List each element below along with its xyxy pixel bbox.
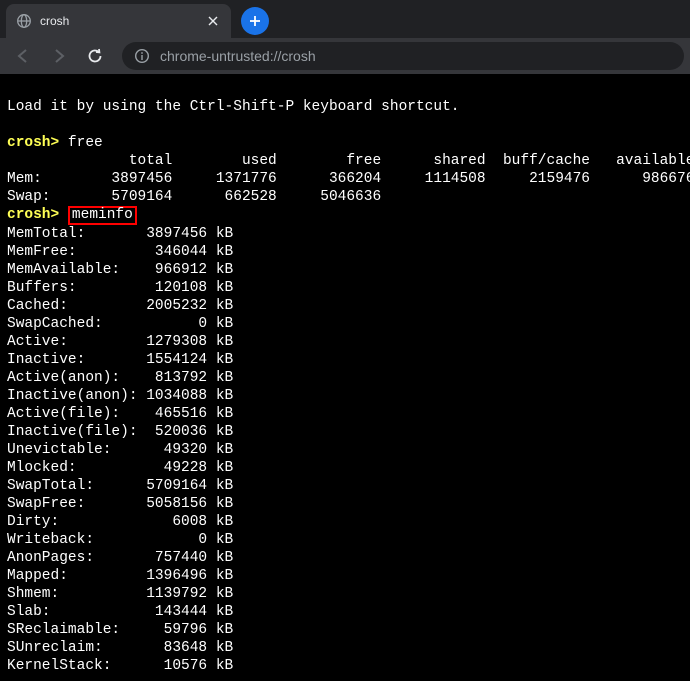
meminfo-row: Inactive(file): 520036 kB <box>7 424 233 440</box>
reload-button[interactable] <box>78 41 112 71</box>
meminfo-row: SReclaimable: 59796 kB <box>7 622 233 638</box>
meminfo-row: Cached: 2005232 kB <box>7 298 233 314</box>
command-meminfo-highlighted: meminfo <box>68 206 137 225</box>
meminfo-row: SwapTotal: 5709164 kB <box>7 478 233 494</box>
meminfo-row: SwapCached: 0 kB <box>7 316 233 332</box>
intro-line: Load it by using the Ctrl-Shift-P keyboa… <box>7 99 459 115</box>
meminfo-row: MemAvailable: 966912 kB <box>7 262 233 278</box>
meminfo-row: Slab: 143444 kB <box>7 604 233 620</box>
meminfo-row: Writeback: 0 kB <box>7 532 233 548</box>
free-swap-row: Swap: 5709164 662528 5046636 <box>7 189 381 205</box>
meminfo-row: Dirty: 6008 kB <box>7 514 233 530</box>
new-tab-button[interactable] <box>241 7 269 35</box>
meminfo-row: Shmem: 1139792 kB <box>7 586 233 602</box>
meminfo-row: Mlocked: 49228 kB <box>7 460 233 476</box>
meminfo-row: MemFree: 346044 kB <box>7 244 233 260</box>
terminal-output[interactable]: Load it by using the Ctrl-Shift-P keyboa… <box>0 74 690 681</box>
meminfo-output: MemTotal: 3897456 kB MemFree: 346044 kB … <box>7 225 683 675</box>
close-icon[interactable] <box>205 13 221 29</box>
prompt: crosh> <box>7 207 59 223</box>
meminfo-row: AnonPages: 757440 kB <box>7 550 233 566</box>
globe-icon <box>16 13 32 29</box>
url-text: chrome-untrusted://crosh <box>160 48 316 64</box>
meminfo-row: Unevictable: 49320 kB <box>7 442 233 458</box>
free-mem-row: Mem: 3897456 1371776 366204 1114508 2159… <box>7 171 690 187</box>
meminfo-row: Mapped: 1396496 kB <box>7 568 233 584</box>
meminfo-row: MemTotal: 3897456 kB <box>7 226 233 242</box>
meminfo-row: Active(anon): 813792 kB <box>7 370 233 386</box>
free-header: total used free shared buff/cache availa… <box>7 153 690 169</box>
command-free: free <box>68 135 103 151</box>
meminfo-row: SwapFree: 5058156 kB <box>7 496 233 512</box>
browser-tab[interactable]: crosh <box>6 4 231 38</box>
tab-title: crosh <box>40 14 197 28</box>
meminfo-row: Active: 1279308 kB <box>7 334 233 350</box>
meminfo-row: Inactive: 1554124 kB <box>7 352 233 368</box>
prompt: crosh> <box>7 135 59 151</box>
forward-button[interactable] <box>42 41 76 71</box>
address-bar[interactable]: chrome-untrusted://crosh <box>122 42 684 70</box>
info-icon[interactable] <box>134 48 150 64</box>
meminfo-row: SUnreclaim: 83648 kB <box>7 640 233 656</box>
meminfo-row: Active(file): 465516 kB <box>7 406 233 422</box>
meminfo-row: Buffers: 120108 kB <box>7 280 233 296</box>
tab-strip: crosh <box>0 0 690 38</box>
back-button[interactable] <box>6 41 40 71</box>
meminfo-row: KernelStack: 10576 kB <box>7 658 233 674</box>
browser-toolbar: chrome-untrusted://crosh <box>0 38 690 74</box>
meminfo-row: Inactive(anon): 1034088 kB <box>7 388 233 404</box>
